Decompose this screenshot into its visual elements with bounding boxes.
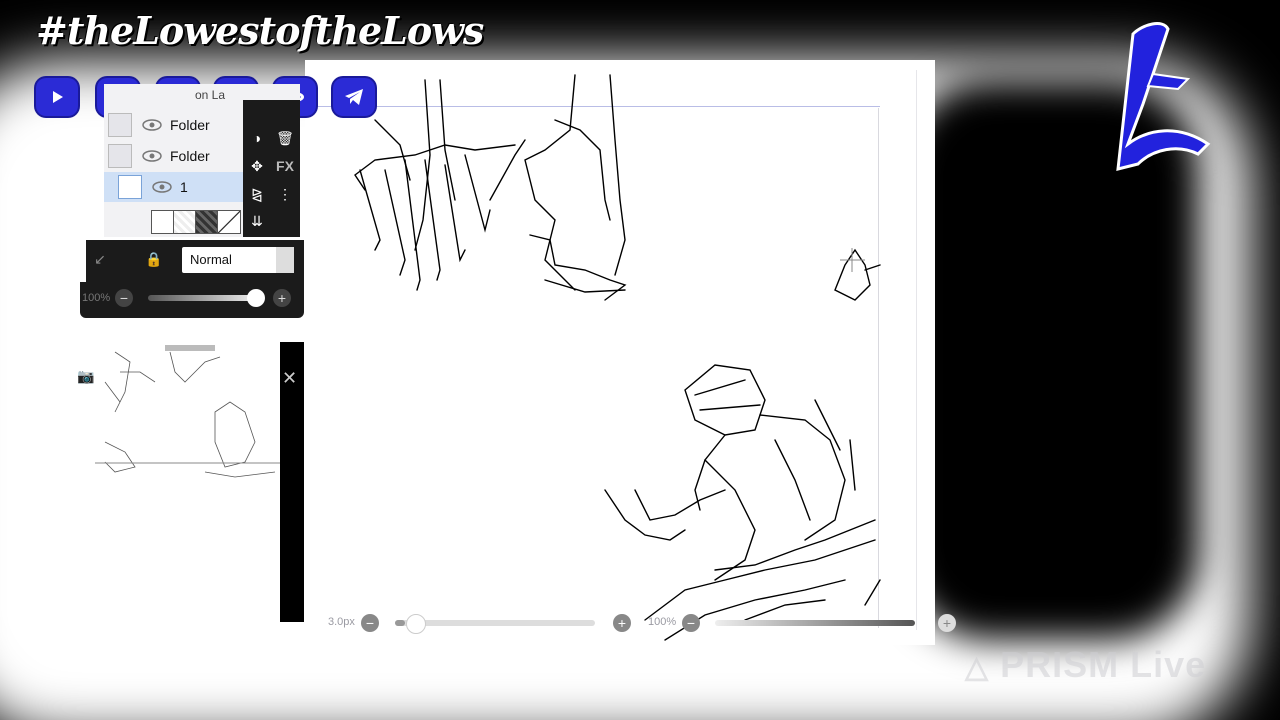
fill-white-swatch[interactable]	[151, 210, 175, 234]
stream-frame: #theLowestoftheLows on La Folder Folder …	[0, 0, 1280, 720]
channel-logo	[1116, 22, 1211, 171]
youtube-icon	[36, 78, 78, 116]
brush-size-slider-fill	[395, 620, 405, 626]
layer-thumbnail	[118, 175, 142, 199]
opacity-plus-button[interactable]: +	[273, 289, 291, 307]
navigator-preview	[95, 345, 280, 478]
brush-size-slider-knob[interactable]	[406, 614, 426, 634]
chevron-down-icon	[276, 247, 294, 273]
stream-hashtag-title: #theLowestoftheLows	[36, 8, 484, 53]
opacity-label: 100%	[82, 292, 111, 304]
fill-transparent-swatch[interactable]	[173, 210, 197, 234]
blend-mode-value: Normal	[190, 252, 232, 267]
undo-arrow-icon[interactable]: ↙	[88, 251, 112, 268]
telegram-icon	[333, 78, 375, 116]
brush-size-minus-button[interactable]: −	[361, 614, 379, 632]
more-icon[interactable]: ⋮	[273, 186, 297, 203]
lock-icon[interactable]: 🔒	[142, 251, 166, 268]
layer-row-folder-1[interactable]: Folder	[104, 110, 243, 140]
prism-live-watermark: △ PRISM Live	[965, 644, 1206, 686]
fill-none-swatch[interactable]	[217, 210, 241, 234]
camera-icon[interactable]: 📷	[74, 368, 98, 385]
layer-name: Folder	[170, 117, 210, 133]
move-icon[interactable]: ✥	[245, 158, 269, 175]
folder-thumbnail	[108, 144, 132, 168]
fill-dark-swatch[interactable]	[195, 210, 219, 234]
zoom-label: 100%	[648, 616, 677, 628]
fill-icon[interactable]: ◑	[245, 130, 269, 146]
eye-icon[interactable]	[152, 181, 172, 193]
eye-icon[interactable]	[142, 150, 162, 162]
zoom-minus-button[interactable]: −	[682, 614, 700, 632]
flip-icon[interactable]: ⧎	[245, 186, 269, 203]
layer-name: Folder	[170, 148, 210, 164]
navigator-panel[interactable]	[95, 342, 280, 622]
folder-thumbnail	[108, 113, 132, 137]
opacity-minus-button[interactable]: −	[115, 289, 133, 307]
zoom-slider-track[interactable]	[715, 620, 915, 626]
brush-size-plus-button[interactable]: +	[613, 614, 631, 632]
layer-name: 1	[180, 179, 188, 195]
opacity-slider-track[interactable]	[148, 295, 256, 301]
zoom-plus-button[interactable]: +	[938, 614, 956, 632]
eye-icon[interactable]	[142, 119, 162, 131]
layer-row-1[interactable]: 1	[104, 172, 243, 202]
close-icon[interactable]: ✕	[282, 368, 297, 389]
trash-icon[interactable]: 🗑	[273, 130, 297, 147]
blend-mode-select[interactable]: Normal	[182, 247, 294, 273]
prism-live-text: PRISM Live	[1000, 644, 1207, 685]
prism-logo-icon: △	[965, 651, 990, 684]
layer-row-folder-2[interactable]: Folder	[104, 141, 243, 171]
opacity-slider-knob[interactable]	[247, 289, 265, 307]
merge-icon[interactable]: ⇊	[245, 213, 269, 230]
layer-header-label: on La	[195, 88, 226, 102]
fx-button[interactable]: FX	[273, 158, 297, 174]
brush-size-label: 3.0px	[328, 616, 355, 628]
sketch-drawing	[354, 74, 881, 641]
